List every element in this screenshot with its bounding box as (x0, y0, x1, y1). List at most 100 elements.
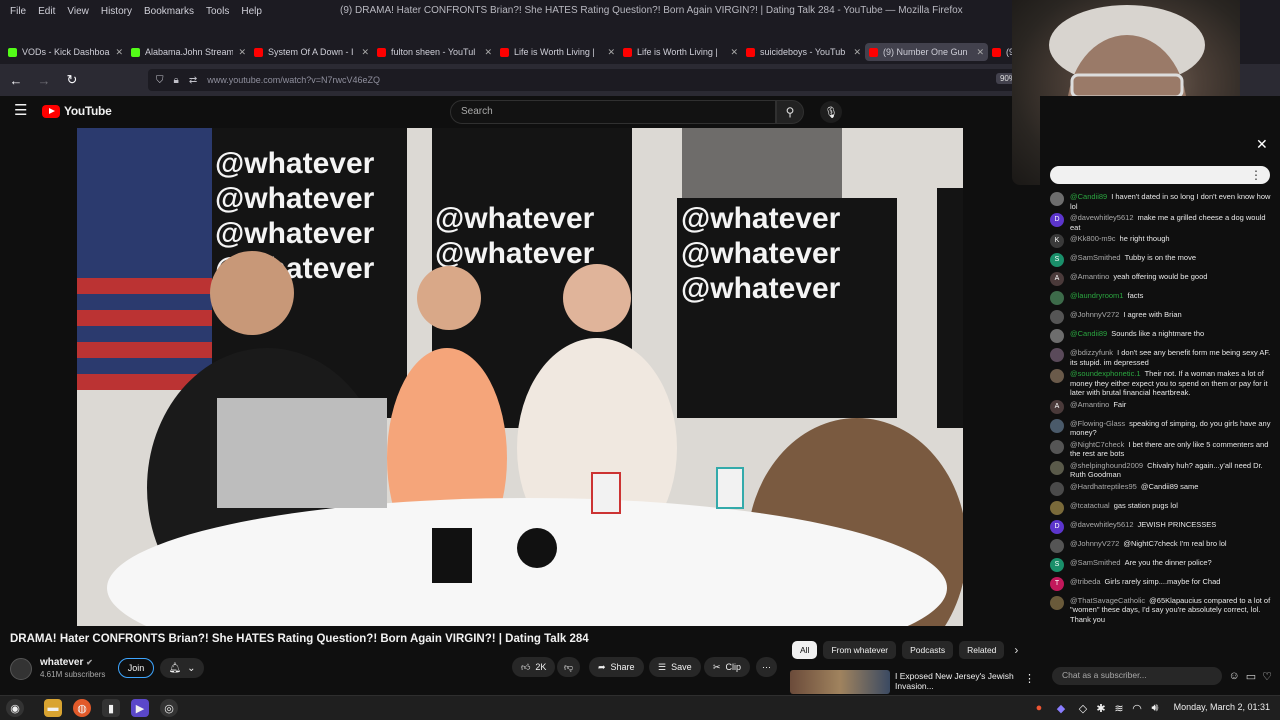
chat-author[interactable]: @davewhitley5612 (1070, 213, 1134, 222)
chat-pinned-bar[interactable] (1050, 166, 1270, 184)
chip-from-channel[interactable]: From whatever (823, 641, 897, 659)
files-icon[interactable]: ▬ (44, 699, 62, 717)
record-icon[interactable]: ● (1030, 699, 1048, 717)
chat-avatar[interactable]: S (1050, 557, 1064, 572)
chat-message[interactable]: @JohnnyV272 I agree with Brian (1050, 308, 1272, 327)
more-vert-icon[interactable]: ⋮ (1250, 168, 1262, 182)
wifi-icon[interactable]: ◠ (1128, 699, 1146, 717)
chat-author[interactable]: @Kk800-m9c (1070, 234, 1116, 243)
close-tab-icon[interactable]: ✕ (361, 47, 369, 58)
chat-avatar[interactable]: T (1050, 576, 1064, 591)
chat-author[interactable]: @laundryroom1 (1070, 291, 1123, 300)
close-icon[interactable]: ✕ (1256, 136, 1268, 153)
share-button[interactable]: ➦ Share (589, 657, 644, 677)
search-input[interactable]: Search (450, 100, 776, 124)
chat-message[interactable]: A @Amantino Fair (1050, 398, 1272, 417)
close-tab-icon[interactable]: ✕ (730, 47, 738, 58)
chat-author[interactable]: @Hardhatreptiles95 (1070, 482, 1137, 491)
super-chat-icon[interactable]: ▭ (1246, 670, 1256, 683)
browser-tab[interactable]: Life is Worth Living | ✕ (619, 47, 742, 58)
chat-avatar[interactable] (1050, 192, 1064, 206)
chat-avatar[interactable]: K (1050, 234, 1064, 248)
chat-message[interactable]: K @Kk800-m9c he right though (1050, 232, 1272, 251)
chat-avatar[interactable] (1050, 291, 1064, 305)
menu-history[interactable]: History (95, 4, 138, 19)
chat-author[interactable]: @JohnnyV272 (1070, 539, 1119, 548)
search-button[interactable]: ⚲ (776, 100, 804, 124)
clip-button[interactable]: ✂ Clip (704, 657, 751, 677)
chat-author[interactable]: @Amantino (1070, 400, 1109, 409)
chat-message[interactable]: @soundexphonetic.1 Their not. If a woman … (1050, 367, 1272, 398)
video-player[interactable]: @whatever @whatever @whatever @whatever … (77, 128, 963, 626)
like-button[interactable]: 👍︎ 2K (512, 657, 556, 677)
close-tab-icon[interactable]: ✕ (976, 47, 984, 58)
chat-avatar[interactable] (1050, 369, 1064, 383)
back-button[interactable]: ← (4, 68, 28, 92)
chat-message[interactable]: @bdizzyfunk I don't see any benefit form … (1050, 346, 1272, 367)
emoji-icon[interactable]: ☺ (1228, 670, 1239, 682)
chat-message[interactable]: @Candii89 Sounds like a nightmare tho (1050, 327, 1272, 346)
discord-icon[interactable]: ◆ (1052, 699, 1070, 717)
join-button[interactable]: Join (118, 658, 154, 678)
menu-view[interactable]: View (61, 4, 95, 19)
chat-message-list[interactable]: @Candii89 I haven't dated in so long I do… (1050, 190, 1272, 660)
recommended-title[interactable]: I Exposed New Jersey's Jewish Invasion..… (895, 671, 1020, 691)
chat-avatar[interactable] (1050, 595, 1064, 610)
heart-icon[interactable]: ♡ (1262, 670, 1272, 683)
chat-message[interactable]: S @SamSmithed Are you the dinner police? (1050, 556, 1272, 575)
chat-avatar[interactable] (1050, 439, 1064, 454)
chat-input[interactable]: Chat as a subscriber... (1052, 667, 1223, 685)
chat-author[interactable]: @SamSmithed (1070, 558, 1121, 567)
chat-avatar[interactable] (1050, 329, 1064, 343)
obs-icon[interactable]: ◎ (160, 699, 178, 717)
browser-tab[interactable]: (9) Number One Gun ✕ (865, 43, 988, 61)
chat-message[interactable]: @Hardhatreptiles95 @Candii89 same (1050, 480, 1272, 499)
chat-avatar[interactable]: A (1050, 272, 1064, 286)
chat-author[interactable]: @davewhitley5612 (1070, 520, 1134, 529)
chat-message[interactable]: @NightC7check I bet there are only like 5… (1050, 438, 1272, 459)
menu-help[interactable]: Help (235, 4, 268, 19)
chat-message[interactable]: S @SamSmithed Tubby is on the move (1050, 251, 1272, 270)
chat-avatar[interactable]: D (1050, 213, 1064, 227)
chat-avatar[interactable] (1050, 310, 1064, 324)
chat-message[interactable]: @Candii89 I haven't dated in so long I do… (1050, 190, 1272, 211)
clock[interactable]: Monday, March 2, 01:31 (1174, 702, 1270, 712)
chat-author[interactable]: @shelpinghound2009 (1070, 461, 1143, 470)
browser-tab[interactable]: System Of A Down - I ✕ (250, 47, 373, 58)
permissions-icon[interactable]: ⇄ (189, 75, 197, 86)
media-player-icon[interactable]: ▶ (131, 699, 149, 717)
chat-avatar[interactable]: S (1050, 253, 1064, 267)
chat-avatar[interactable] (1050, 418, 1064, 433)
close-tab-icon[interactable]: ✕ (238, 47, 246, 58)
close-tab-icon[interactable]: ✕ (607, 47, 615, 58)
network-icon[interactable]: ≋ (1110, 699, 1128, 717)
save-button[interactable]: ☰ Save (649, 657, 701, 677)
chat-message[interactable]: @laundryroom1 facts (1050, 289, 1272, 308)
chat-author[interactable]: @bdizzyfunk (1070, 348, 1113, 357)
more-actions-button[interactable]: ⋯ (756, 657, 777, 677)
chip-podcasts[interactable]: Podcasts (902, 641, 954, 659)
chat-avatar[interactable] (1050, 538, 1064, 553)
chat-author[interactable]: @ThatSavageCatholic (1070, 596, 1145, 605)
menu-file[interactable]: File (4, 4, 32, 19)
chat-message[interactable]: @Flowing-Glass speaking of simping, do yo… (1050, 417, 1272, 438)
firefox-icon[interactable]: ◍ (73, 699, 91, 717)
chat-author[interactable]: @SamSmithed (1070, 253, 1121, 262)
chat-message[interactable]: A @Amantino yeah offering would be good (1050, 270, 1272, 289)
chat-avatar[interactable] (1050, 481, 1064, 496)
chat-message[interactable]: D @davewhitley5612 make me a grilled chees… (1050, 211, 1272, 232)
channel-name-text[interactable]: whatever (40, 657, 83, 668)
url-bar[interactable]: ⛉ 🔒︎ ⇄ www.youtube.com/watch?v=N7rwcV46e… (148, 69, 1028, 91)
chat-avatar[interactable] (1050, 500, 1064, 515)
browser-tab[interactable]: suicideboys - YouTub ✕ (742, 47, 865, 58)
channel-avatar[interactable] (10, 658, 32, 680)
voice-search-button[interactable]: 🎙︎ (820, 101, 842, 123)
menu-edit[interactable]: Edit (32, 4, 61, 19)
chat-author[interactable]: @soundexphonetic.1 (1070, 369, 1141, 378)
tray-app-icon[interactable]: ◇ (1074, 699, 1092, 717)
more-vert-icon[interactable]: ⋮ (1024, 672, 1035, 685)
chat-author[interactable]: @NightC7check (1070, 440, 1124, 449)
chat-author[interactable]: @JohnnyV272 (1070, 310, 1119, 319)
start-menu-icon[interactable]: ◉ (6, 699, 24, 717)
close-tab-icon[interactable]: ✕ (115, 47, 123, 58)
